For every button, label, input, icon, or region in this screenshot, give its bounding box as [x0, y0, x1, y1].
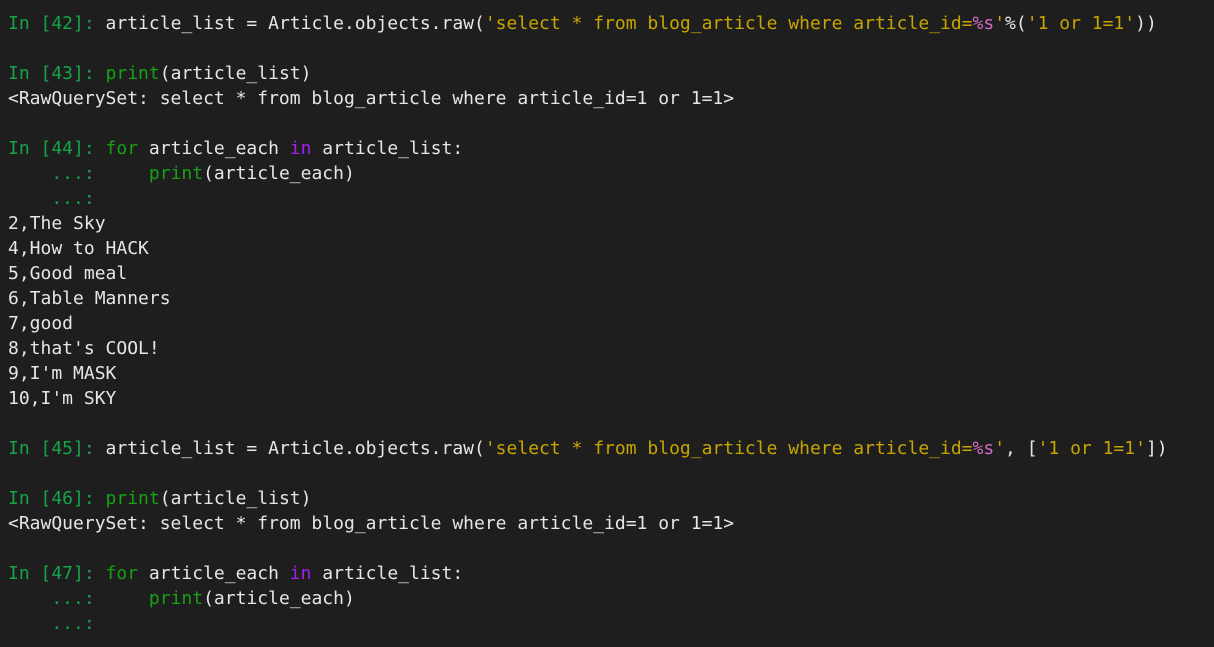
- code-token: in: [289, 563, 312, 584]
- input-prompt: In [43]:: [8, 63, 106, 84]
- output-line: 10,I'm SKY: [0, 386, 1214, 411]
- output-text: 9,I'm MASK: [8, 363, 117, 384]
- code-token: article_list = Article.objects.raw(: [105, 438, 485, 459]
- continuation-line: ...:: [0, 186, 1214, 211]
- code-token: article_list = Article.objects.raw(: [105, 13, 485, 34]
- output-line: <RawQuerySet: select * from blog_article…: [0, 511, 1214, 536]
- code-token: (article_each): [203, 588, 355, 609]
- continuation-prompt: ...:: [8, 588, 106, 609]
- code-token: print: [105, 63, 160, 84]
- code-token: article_each: [138, 138, 290, 159]
- ipython-terminal[interactable]: In [42]: article_list = Article.objects.…: [0, 0, 1214, 647]
- input-line: In [44]: for article_each in article_lis…: [0, 136, 1214, 161]
- output-text: 2,The Sky: [8, 213, 106, 234]
- output-text: 6,Table Manners: [8, 288, 171, 309]
- code-token: '1 or 1=1': [1037, 438, 1146, 459]
- code-token: ': [994, 438, 1006, 459]
- code-token: article_list:: [311, 563, 464, 584]
- input-line: In [45]: article_list = Article.objects.…: [0, 436, 1214, 461]
- continuation-line: ...: print(article_each): [0, 586, 1214, 611]
- code-token: for: [105, 563, 139, 584]
- output-line: 2,The Sky: [0, 211, 1214, 236]
- code-token: %s: [972, 438, 995, 459]
- code-token: (article_each): [203, 163, 355, 184]
- input-prompt: In [44]:: [8, 138, 106, 159]
- output-line: 9,I'm MASK: [0, 361, 1214, 386]
- continuation-prompt: ...:: [8, 163, 106, 184]
- input-prompt: In [46]:: [8, 488, 106, 509]
- input-line: In [47]: for article_each in article_lis…: [0, 561, 1214, 586]
- input-prompt: In [42]:: [8, 13, 106, 34]
- input-prompt: In [47]:: [8, 563, 106, 584]
- continuation-prompt: ...:: [8, 188, 95, 209]
- code-token: print: [148, 588, 204, 609]
- code-token: %(: [1005, 13, 1027, 34]
- code-token: article_each: [138, 563, 290, 584]
- code-token: ': [994, 13, 1006, 34]
- input-line: In [43]: print(article_list): [0, 61, 1214, 86]
- output-text: 4,How to HACK: [8, 238, 149, 259]
- output-text: 7,good: [8, 313, 74, 334]
- output-text: <RawQuerySet: select * from blog_article…: [8, 88, 735, 109]
- output-text: <RawQuerySet: select * from blog_article…: [8, 513, 735, 534]
- code-token: 'select * from blog_article where articl…: [484, 438, 973, 459]
- output-line: 6,Table Manners: [0, 286, 1214, 311]
- input-line: In [46]: print(article_list): [0, 486, 1214, 511]
- code-token: ]): [1145, 438, 1168, 459]
- code-token: article_list:: [311, 138, 464, 159]
- output-text: 10,I'm SKY: [8, 388, 117, 409]
- code-token: print: [105, 488, 160, 509]
- output-line: 4,How to HACK: [0, 236, 1214, 261]
- code-token: '1 or 1=1': [1026, 13, 1136, 34]
- code-token: , [: [1005, 438, 1038, 459]
- output-line: 5,Good meal: [0, 261, 1214, 286]
- output-line: 7,good: [0, 311, 1214, 336]
- input-prompt: In [45]:: [8, 438, 106, 459]
- code-token: 'select * from blog_article where articl…: [484, 13, 973, 34]
- continuation-line: ...:: [0, 611, 1214, 636]
- code-token: in: [289, 138, 312, 159]
- output-text: 5,Good meal: [8, 263, 128, 284]
- continuation-prompt: ...:: [8, 613, 95, 634]
- code-token: (article_list): [159, 63, 312, 84]
- code-token: print: [148, 163, 204, 184]
- continuation-line: ...: print(article_each): [0, 161, 1214, 186]
- output-line: <RawQuerySet: select * from blog_article…: [0, 86, 1214, 111]
- output-line: 8,that's COOL!: [0, 336, 1214, 361]
- code-token: %s: [972, 13, 995, 34]
- code-token: (article_list): [159, 488, 312, 509]
- code-token: )): [1135, 13, 1157, 34]
- input-line: In [42]: article_list = Article.objects.…: [0, 11, 1214, 36]
- output-text: 8,that's COOL!: [8, 338, 160, 359]
- code-token: for: [105, 138, 139, 159]
